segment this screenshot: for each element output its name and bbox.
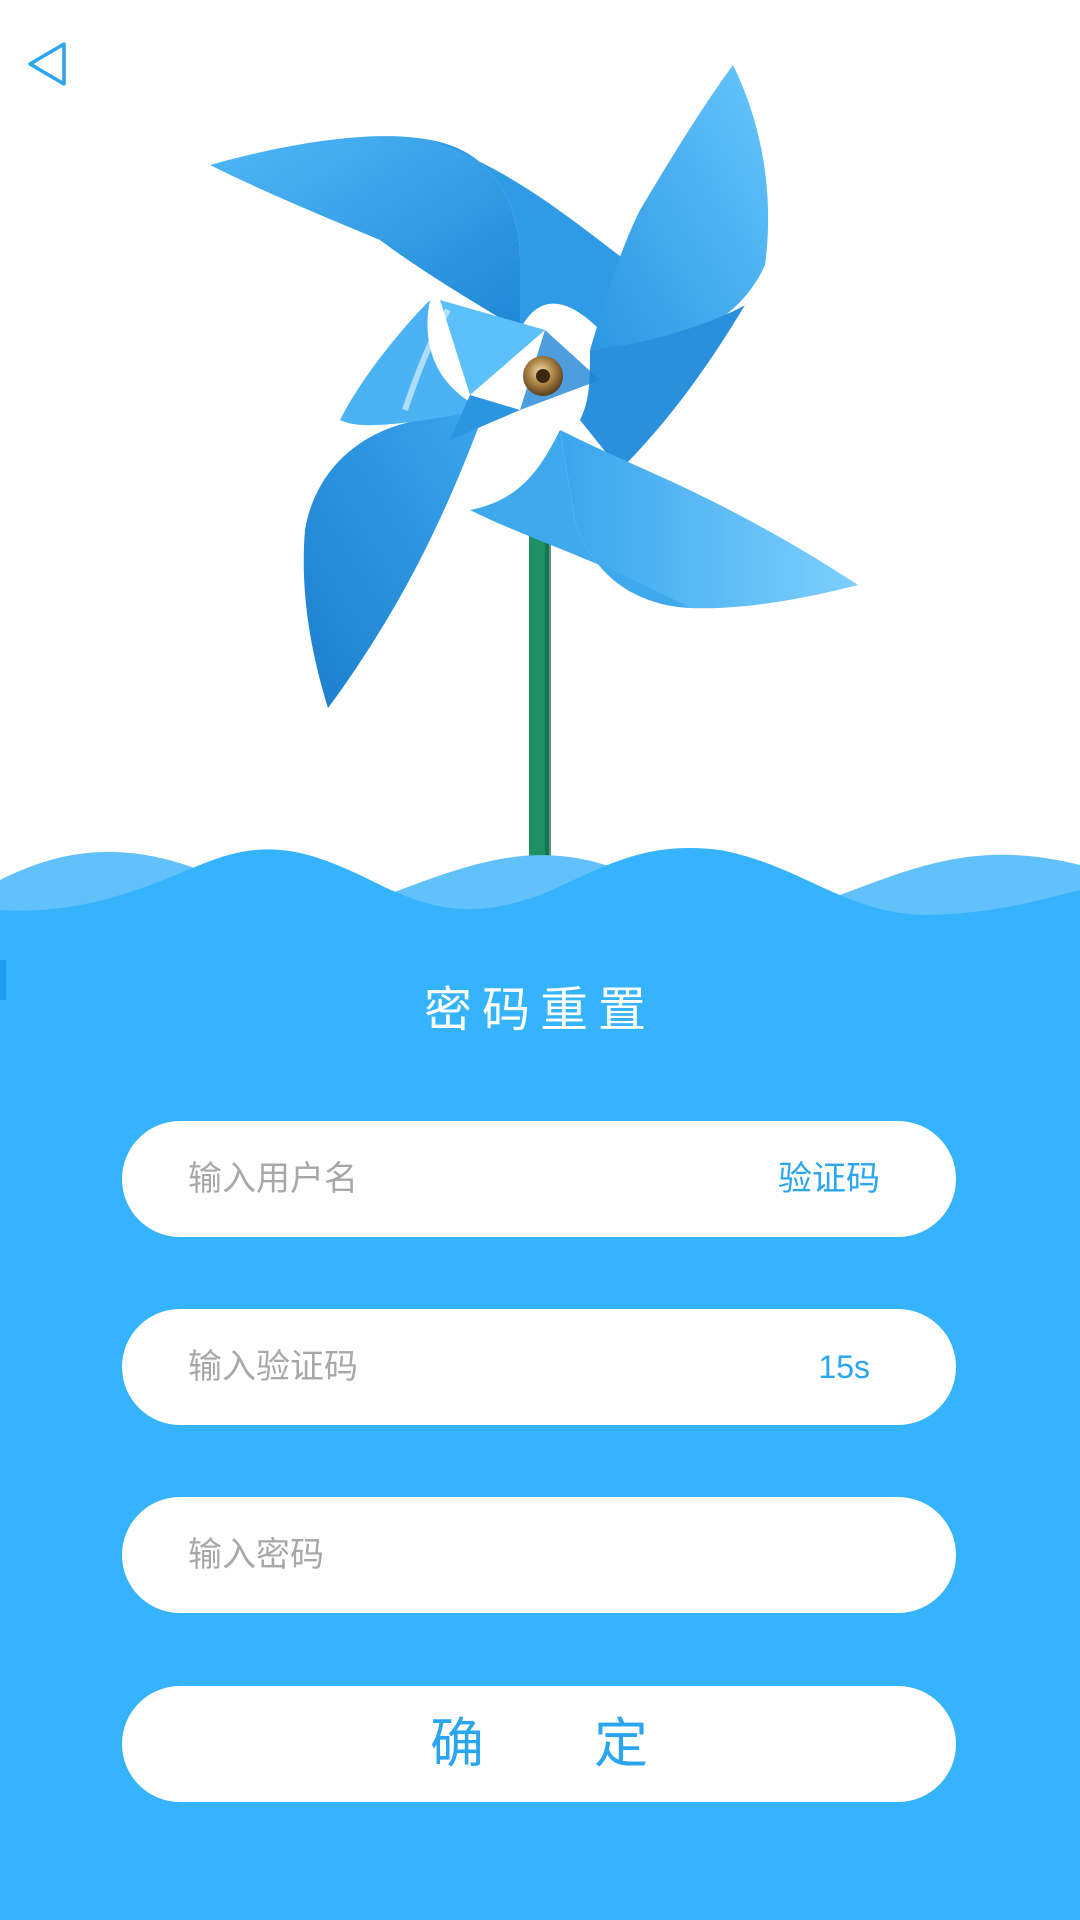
confirm-button[interactable]: 确定 [122,1686,956,1802]
countdown-timer: 15s [818,1349,870,1385]
password-placeholder: 输入密码 [188,1535,324,1575]
verification-code-field[interactable]: 输入验证码 15s [122,1309,956,1425]
page-title: 密码重置 [423,982,656,1038]
confirm-label-char-2: 定 [594,1712,648,1775]
hero-illustration-area [0,0,1080,900]
password-field[interactable]: 输入密码 [122,1497,956,1613]
back-button[interactable] [20,34,80,94]
wave-decoration [0,848,1080,940]
pinwheel-illustration [210,65,858,860]
username-field[interactable]: 输入用户名 验证码 [122,1121,956,1237]
back-triangle-icon[interactable] [20,34,80,94]
verification-code-placeholder: 输入验证码 [188,1347,358,1387]
username-placeholder: 输入用户名 [188,1159,358,1199]
get-code-button[interactable]: 验证码 [778,1121,880,1237]
confirm-label-char-1: 确 [430,1712,484,1775]
pinwheel-blade [560,430,858,609]
pinwheel-blade [210,136,520,330]
pinwheel-blade [303,410,485,708]
